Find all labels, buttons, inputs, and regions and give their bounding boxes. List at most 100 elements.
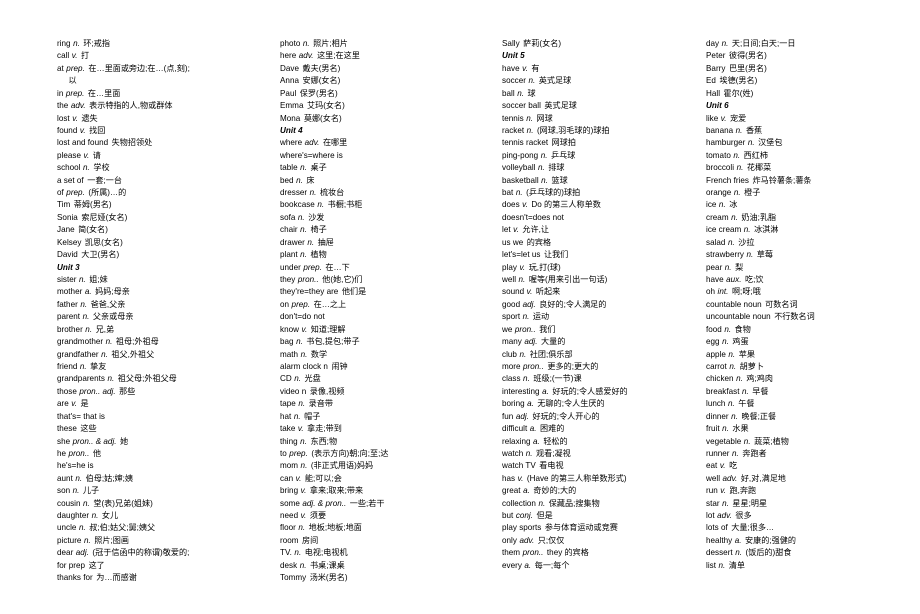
entry-definition: 奶油;乳脂 [741, 212, 777, 222]
vocabulary-entry: salad n. 沙拉 [706, 237, 911, 249]
entry-word: lots of [706, 523, 728, 533]
entry-word: take [280, 424, 296, 434]
entry-definition: 清单 [728, 560, 746, 570]
entry-word: on [280, 299, 290, 309]
entry-word: mother [57, 287, 83, 297]
entry-part-of-speech: n. [727, 237, 735, 247]
entry-word: more [502, 361, 521, 371]
entry-definition: 胡萝卜 [739, 361, 764, 371]
entry-definition: 女儿 [101, 511, 119, 521]
vocabulary-entry: bookcase n. 书橱;书柜 [280, 199, 495, 211]
entry-word: sister [57, 275, 77, 285]
entry-word: they're=they are [280, 287, 339, 297]
entry-word: soccer ball [502, 101, 541, 111]
entry-part-of-speech: n. [735, 125, 743, 135]
entry-word: plant [280, 250, 298, 260]
vocabulary-entry: know v. 知道;理解 [280, 324, 495, 336]
vocabulary-entry: Peter 彼得(男名) [706, 50, 911, 62]
entry-word: breakfast [706, 386, 740, 396]
vocabulary-entry: difficult a. 困难的 [502, 423, 702, 435]
entry-word: food [706, 324, 722, 334]
vocabulary-entry: Sally 萨莉(女名) [502, 38, 702, 50]
entry-word: interesting [502, 386, 540, 396]
entry-part-of-speech: n. [718, 560, 726, 570]
entry-part-of-speech: n. [741, 386, 749, 396]
entry-definition: 社团;俱乐部 [529, 349, 573, 359]
entry-definition: 看电视 [539, 461, 564, 471]
entry-word: healthy [706, 535, 733, 545]
entry-definition: 排球 [548, 163, 565, 173]
entry-part-of-speech: n. [538, 163, 545, 173]
entry-word: has [502, 473, 516, 483]
entry-word: a set of [57, 175, 84, 185]
entry-word: cousin [57, 498, 81, 508]
entry-part-of-speech: n. [721, 39, 729, 48]
entry-word: bag [280, 337, 294, 347]
entry-definition: 这些 [80, 424, 97, 434]
vocabulary-entry: TV. n. 电视;电视机 [280, 547, 495, 559]
vocabulary-entry: cream n. 奶油;乳脂 [706, 212, 911, 224]
entry-word: chair [280, 225, 298, 235]
entry-definition: (网球,羽毛球的)球拍 [536, 125, 610, 135]
entry-word: CD [280, 374, 292, 384]
unit-heading: Unit 4 [280, 125, 495, 137]
entry-definition: 很多 [735, 511, 752, 521]
vocabulary-entry: some adj. & pron.. 一些;若干 [280, 498, 495, 510]
entry-part-of-speech: n. [299, 560, 307, 570]
entry-definition: 凯思(女名) [84, 237, 123, 247]
entry-definition: 香蕉 [745, 125, 763, 135]
entry-definition: 我们 [539, 324, 556, 334]
vocabulary-entry: well n. 喔等(用来引出一句话) [502, 274, 702, 286]
entry-part-of-speech: n. [91, 511, 99, 521]
vocabulary-entry: runner n. 奔跑者 [706, 448, 911, 460]
vocabulary-entry: tomato n. 西红柿 [706, 150, 911, 162]
entry-definition: 橙子 [744, 188, 761, 198]
vocabulary-entry: let v. 允许,让 [502, 224, 702, 236]
vocabulary-entry: vegetable n. 蔬菜;植物 [706, 436, 911, 448]
vocabulary-entry: more pron.. 更多的;更大的 [502, 361, 702, 373]
entry-word: sofa [280, 212, 296, 222]
entry-word: soccer [502, 76, 526, 86]
entry-word: good [502, 299, 521, 309]
vocabulary-entry: those pron.. adj. 那些 [57, 386, 272, 398]
vocabulary-entry: broccoli n. 花椰菜 [706, 162, 911, 174]
entry-part-of-speech: adj. & pron.. [302, 498, 347, 508]
entry-word: she [57, 436, 71, 446]
vocabulary-column-3: Sally 萨莉(女名) Unit 5 have v. 有 soccer n. 英式足球 ball… [502, 38, 702, 572]
entry-definition: 是 [80, 399, 89, 409]
vocabulary-entry: Dave 戴夫(男名) [280, 63, 495, 75]
entry-part-of-speech: n. [300, 461, 308, 471]
vocabulary-entry: he pron.. 他 [57, 448, 272, 460]
entry-part-of-speech: adj. [75, 548, 89, 558]
entry-definition: 梨 [735, 262, 744, 272]
vocabulary-entry: ice cream n. 冰淇淋 [706, 224, 911, 236]
entry-word: where [280, 138, 303, 148]
vocabulary-entry: David 大卫(男名) [57, 249, 272, 261]
entry-definition: 沙拉 [738, 237, 755, 247]
entry-definition: 听起来 [535, 287, 561, 297]
entry-word: friend [57, 361, 78, 371]
entry-definition: 父亲或母亲 [92, 312, 134, 322]
entry-part-of-speech: n. [722, 424, 729, 434]
vocabulary-entry: plant n. 植物 [280, 249, 495, 261]
entry-definition: 有 [531, 63, 540, 73]
entry-part-of-speech: a. [529, 424, 537, 434]
entry-definition: 妈妈;母亲 [95, 287, 130, 297]
entry-part-of-speech: prep. [289, 448, 308, 458]
entry-word: chicken [706, 374, 734, 384]
vocabulary-entry: daughter n. 女儿 [57, 510, 272, 522]
entry-definition: 早餐 [752, 386, 769, 396]
vocabulary-entry: need v. 须要 [280, 510, 495, 522]
entry-word: we [502, 324, 513, 334]
entry-definition: 数学 [310, 349, 328, 359]
entry-word: drawer [280, 237, 305, 247]
entry-part-of-speech: v. [71, 51, 78, 61]
entry-word: grandfather [57, 349, 99, 359]
entry-word: Mona [280, 113, 301, 123]
vocabulary-entry: strawberry n. 草莓 [706, 249, 911, 261]
vocabulary-entry: floor n. 地板;地板;地面 [280, 522, 495, 534]
entry-part-of-speech: adv. [298, 51, 314, 61]
vocabulary-entry: healthy a. 安康的;强健的 [706, 535, 911, 547]
vocabulary-entry: call v. 打 [57, 50, 272, 62]
entry-definition: 这了 [88, 560, 105, 570]
